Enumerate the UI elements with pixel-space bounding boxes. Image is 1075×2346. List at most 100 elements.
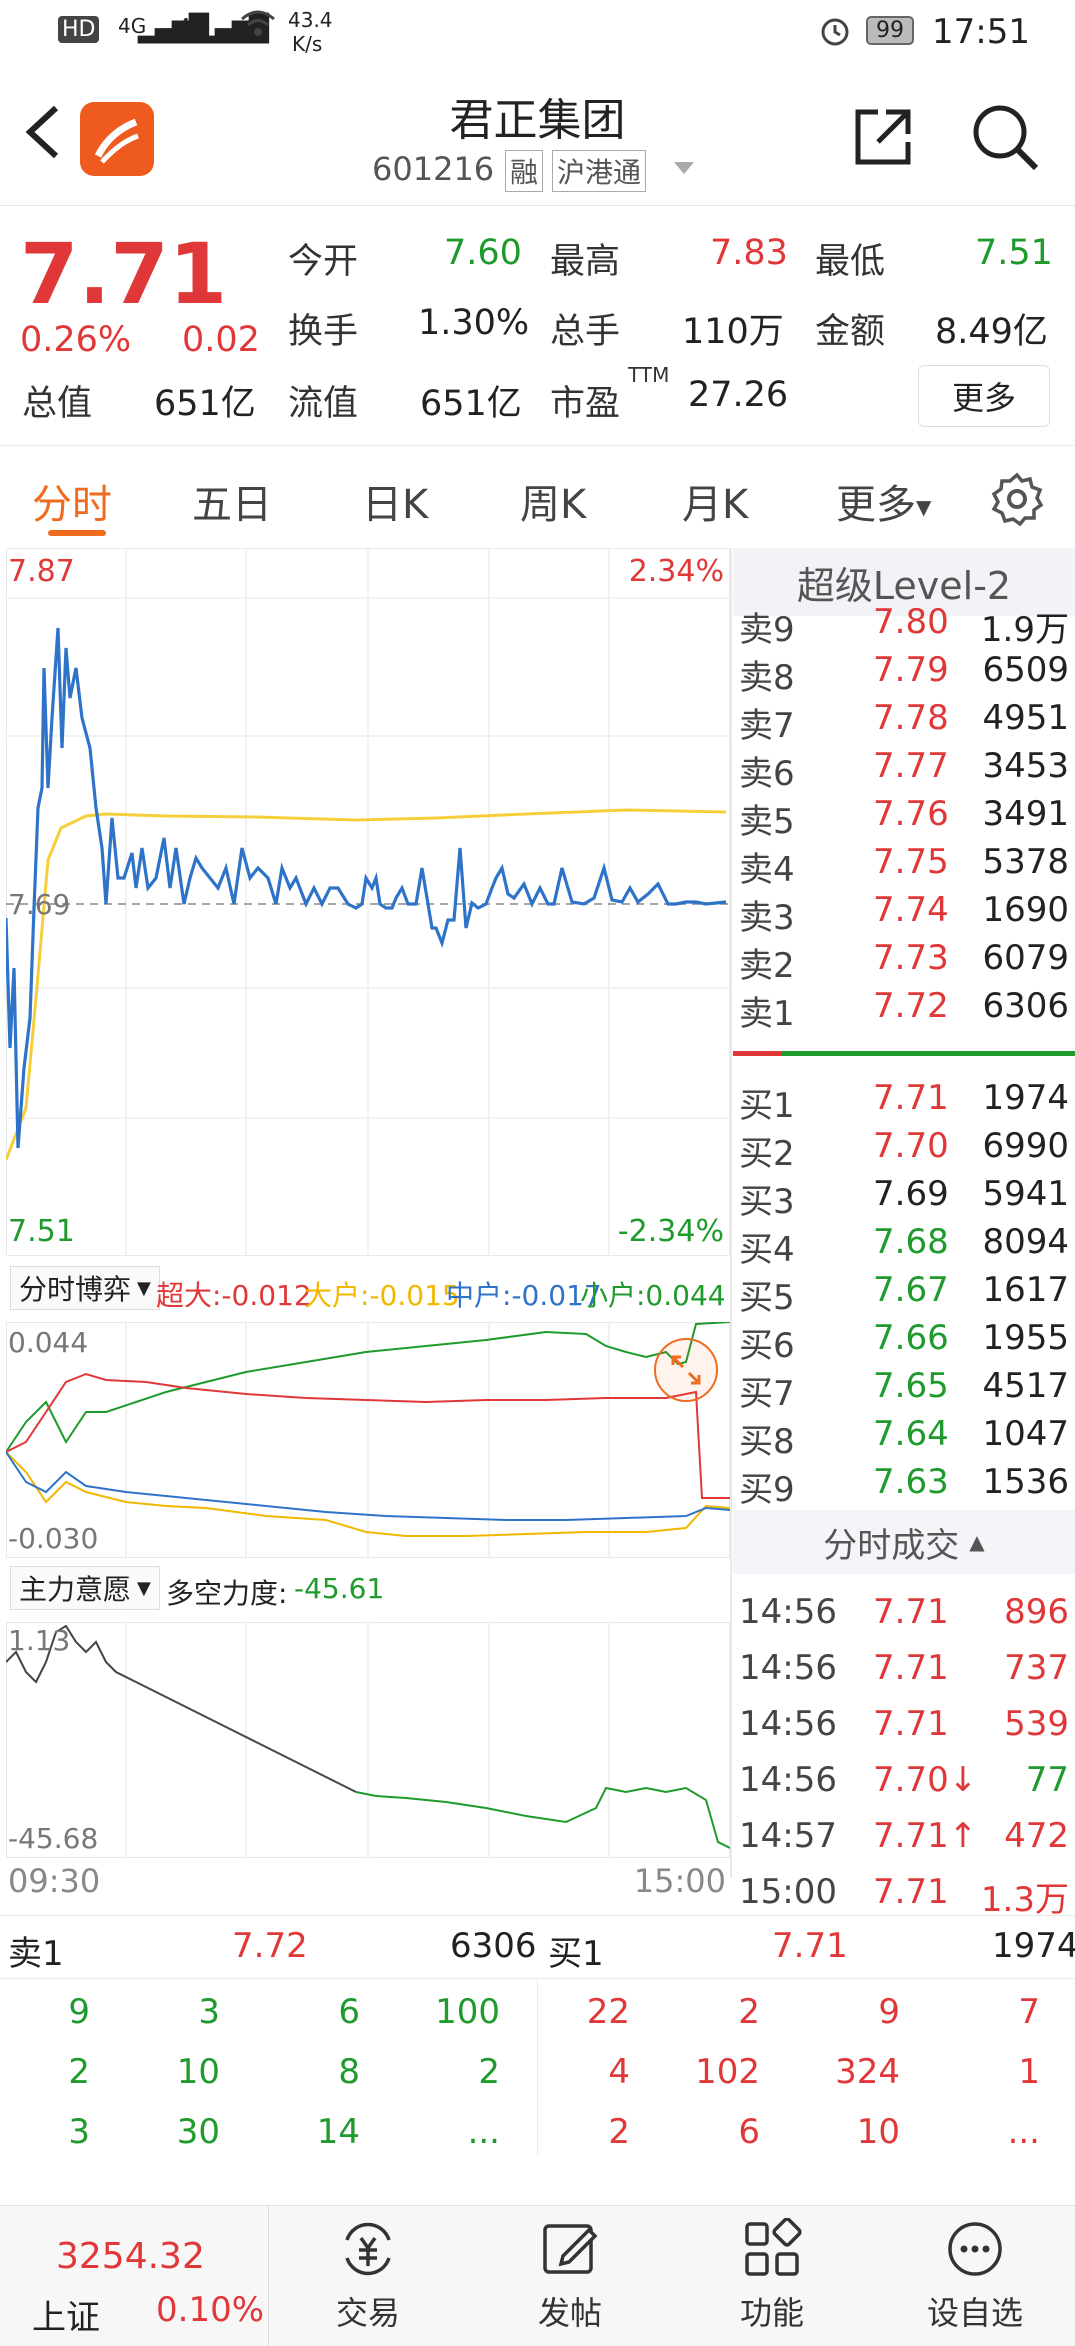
sell-queue-order: 14 xyxy=(316,2112,360,2152)
clock-time: 17:51 xyxy=(932,12,1030,52)
nav-add-watchlist-label: 设自选 xyxy=(926,2294,1023,2332)
pe-label: 市盈 xyxy=(550,384,621,424)
stock-code: 601216 xyxy=(372,150,495,188)
buy-queue-order: 324 xyxy=(835,2052,900,2092)
change-percent: 0.26% xyxy=(20,320,132,360)
force-caret-icon: ▼ xyxy=(137,1577,151,1599)
wifi-icon xyxy=(240,8,276,48)
ask-level-row[interactable]: 卖6 7.77 3453 xyxy=(733,740,1075,794)
force-axis-top: 1.13 xyxy=(8,1624,71,1657)
high-label: 最高 xyxy=(550,242,621,282)
ask-level-row[interactable]: 卖5 7.76 3491 xyxy=(733,788,1075,842)
fullscreen-toggle[interactable] xyxy=(654,1338,718,1402)
trade-tick-volume: 539 xyxy=(1004,1704,1069,1744)
tag-dropdown-icon[interactable] xyxy=(672,160,696,180)
sell-queue-order: 30 xyxy=(176,2112,220,2152)
bid-level-row[interactable]: 买5 7.67 1617 xyxy=(733,1264,1075,1318)
nav-add-watchlist[interactable]: 设自选 xyxy=(885,2206,1065,2346)
force-label: 多空力度: xyxy=(166,1577,288,1610)
tab-more[interactable]: 更多▼ xyxy=(836,472,931,530)
depth-buy-price: 7.71 xyxy=(772,1926,848,1966)
search-button[interactable] xyxy=(970,102,1040,176)
bid-level-row[interactable]: 买2 7.70 6990 xyxy=(733,1120,1075,1174)
chart-preclose-price: 7.69 xyxy=(8,888,71,921)
battery-icon: 99 xyxy=(866,16,914,45)
bid-level-row[interactable]: 买3 7.69 5941 xyxy=(733,1168,1075,1222)
sell-queue-order: 6 xyxy=(338,1992,360,2032)
large-flow: 大户:-0.015 xyxy=(304,1279,460,1312)
flow-axis-top: 0.044 xyxy=(8,1326,89,1359)
ask-level-label: 卖1 xyxy=(739,994,795,1034)
net-speed-value: 43.4 xyxy=(288,8,333,32)
trade-tick-time: 14:56 xyxy=(739,1760,837,1800)
flow-selector[interactable]: 分时博弈 ▼ xyxy=(10,1266,160,1310)
price-line xyxy=(6,627,727,1149)
divider xyxy=(0,445,1075,446)
bid-level-volume: 1617 xyxy=(982,1270,1069,1310)
sell-queue-order: 3 xyxy=(198,1992,220,2032)
nav-functions[interactable]: 功能 xyxy=(682,2206,862,2346)
bid-level-price: 7.69 xyxy=(873,1174,949,1214)
ask-level-row[interactable]: 卖1 7.72 6306 xyxy=(733,980,1075,1034)
ask-level-row[interactable]: 卖2 7.73 6079 xyxy=(733,932,1075,986)
settings-button[interactable] xyxy=(990,472,1044,530)
ask-level-row[interactable]: 卖7 7.78 4951 xyxy=(733,692,1075,746)
medium-flow: 中户:-0.017 xyxy=(446,1279,602,1312)
tab-five-day[interactable]: 五日 xyxy=(192,472,272,530)
intraday-chart[interactable]: 7.87 2.34% 7.69 7.51 -2.34% xyxy=(6,548,730,1256)
pe-ttm-label: TTM xyxy=(628,363,670,387)
average-price-line xyxy=(6,808,727,1161)
small-flow: 小户:0.044 xyxy=(580,1279,726,1312)
bid-level-row[interactable]: 买9 7.63 1536 xyxy=(733,1456,1075,1510)
tab-more-label: 更多 xyxy=(836,482,916,528)
chart-high-price: 7.87 xyxy=(8,554,75,589)
trade-tick-row: 15:00 7.71 1.3万 xyxy=(733,1866,1075,1920)
nav-trade[interactable]: 交易 xyxy=(278,2206,458,2346)
tab-intraday[interactable]: 分时 xyxy=(32,472,112,530)
depth-divider-v xyxy=(537,1978,538,2156)
sell-queue-order: 3 xyxy=(68,2112,90,2152)
nav-functions-label: 功能 xyxy=(739,2294,804,2332)
bid-level-price: 7.67 xyxy=(873,1270,949,1310)
tab-daily-k[interactable]: 日K xyxy=(362,472,428,530)
order-book: 超级Level-2 卖9 7.80 1.9万 卖8 7.79 6509 卖7 7.78 4951… xyxy=(733,548,1075,1510)
bid-level-row[interactable]: 买8 7.64 1047 xyxy=(733,1408,1075,1462)
bid-level-price: 7.68 xyxy=(873,1222,949,1262)
bid-level-row[interactable]: 买7 7.65 4517 xyxy=(733,1360,1075,1414)
chart-low-percent: -2.34% xyxy=(617,1214,724,1249)
trade-ticks-header[interactable]: 分时成交 ▲ xyxy=(733,1510,1075,1574)
ask-level-row[interactable]: 卖8 7.79 6509 xyxy=(733,644,1075,698)
tab-monthly-k[interactable]: 月K xyxy=(682,472,748,530)
ask-level-row[interactable]: 卖4 7.75 5378 xyxy=(733,836,1075,890)
nav-trade-label: 交易 xyxy=(335,2294,400,2332)
ask-level-row[interactable]: 卖9 7.80 1.9万 xyxy=(733,596,1075,650)
last-price: 7.71 xyxy=(20,225,228,323)
index-ticker[interactable]: 3254.32 上证 0.10% xyxy=(0,2206,269,2346)
market-cap-label: 总值 xyxy=(22,384,93,424)
bottom-nav: 3254.32 上证 0.10% 交易 发帖 功能 设自选 xyxy=(0,2205,1075,2346)
trade-tick-time: 14:56 xyxy=(739,1592,837,1632)
queue-depth: 卖1 7.72 6306 买1 7.71 1974 9 3 6 100 2 10 8 2 3 30… xyxy=(0,1915,1075,2156)
high-value: 7.83 xyxy=(710,233,788,273)
hd-icon: HD xyxy=(58,16,100,43)
sell-queue-order: 2 xyxy=(68,2052,90,2092)
trade-tick-time: 15:00 xyxy=(739,1872,837,1912)
trade-ticks: 分时成交 ▲ 14:56 7.71 896 14:56 7.71 737 14:56 7.71… xyxy=(733,1510,1075,1920)
more-quote-button[interactable]: 更多 xyxy=(918,365,1050,427)
tab-weekly-k[interactable]: 周K xyxy=(520,472,586,530)
buy-queue-order: 22 xyxy=(586,1992,630,2032)
share-button[interactable] xyxy=(850,104,916,174)
ask-level-row[interactable]: 卖3 7.74 1690 xyxy=(733,884,1075,938)
volume-label: 总手 xyxy=(550,312,621,352)
bid-level-row[interactable]: 买6 7.66 1955 xyxy=(733,1312,1075,1366)
force-selector[interactable]: 主力意愿 ▼ xyxy=(10,1566,160,1610)
float-cap-label: 流值 xyxy=(288,384,359,424)
ask-level-price: 7.79 xyxy=(873,650,949,690)
ask-level-price: 7.74 xyxy=(873,890,949,930)
nav-post[interactable]: 发帖 xyxy=(480,2206,660,2346)
connect-tag: 沪港通 xyxy=(552,150,647,192)
bid-level-row[interactable]: 买1 7.71 1974 xyxy=(733,1072,1075,1126)
pe-value: 27.26 xyxy=(688,375,789,415)
bid-level-row[interactable]: 买4 7.68 8094 xyxy=(733,1216,1075,1270)
ask-level-price: 7.80 xyxy=(873,602,949,642)
